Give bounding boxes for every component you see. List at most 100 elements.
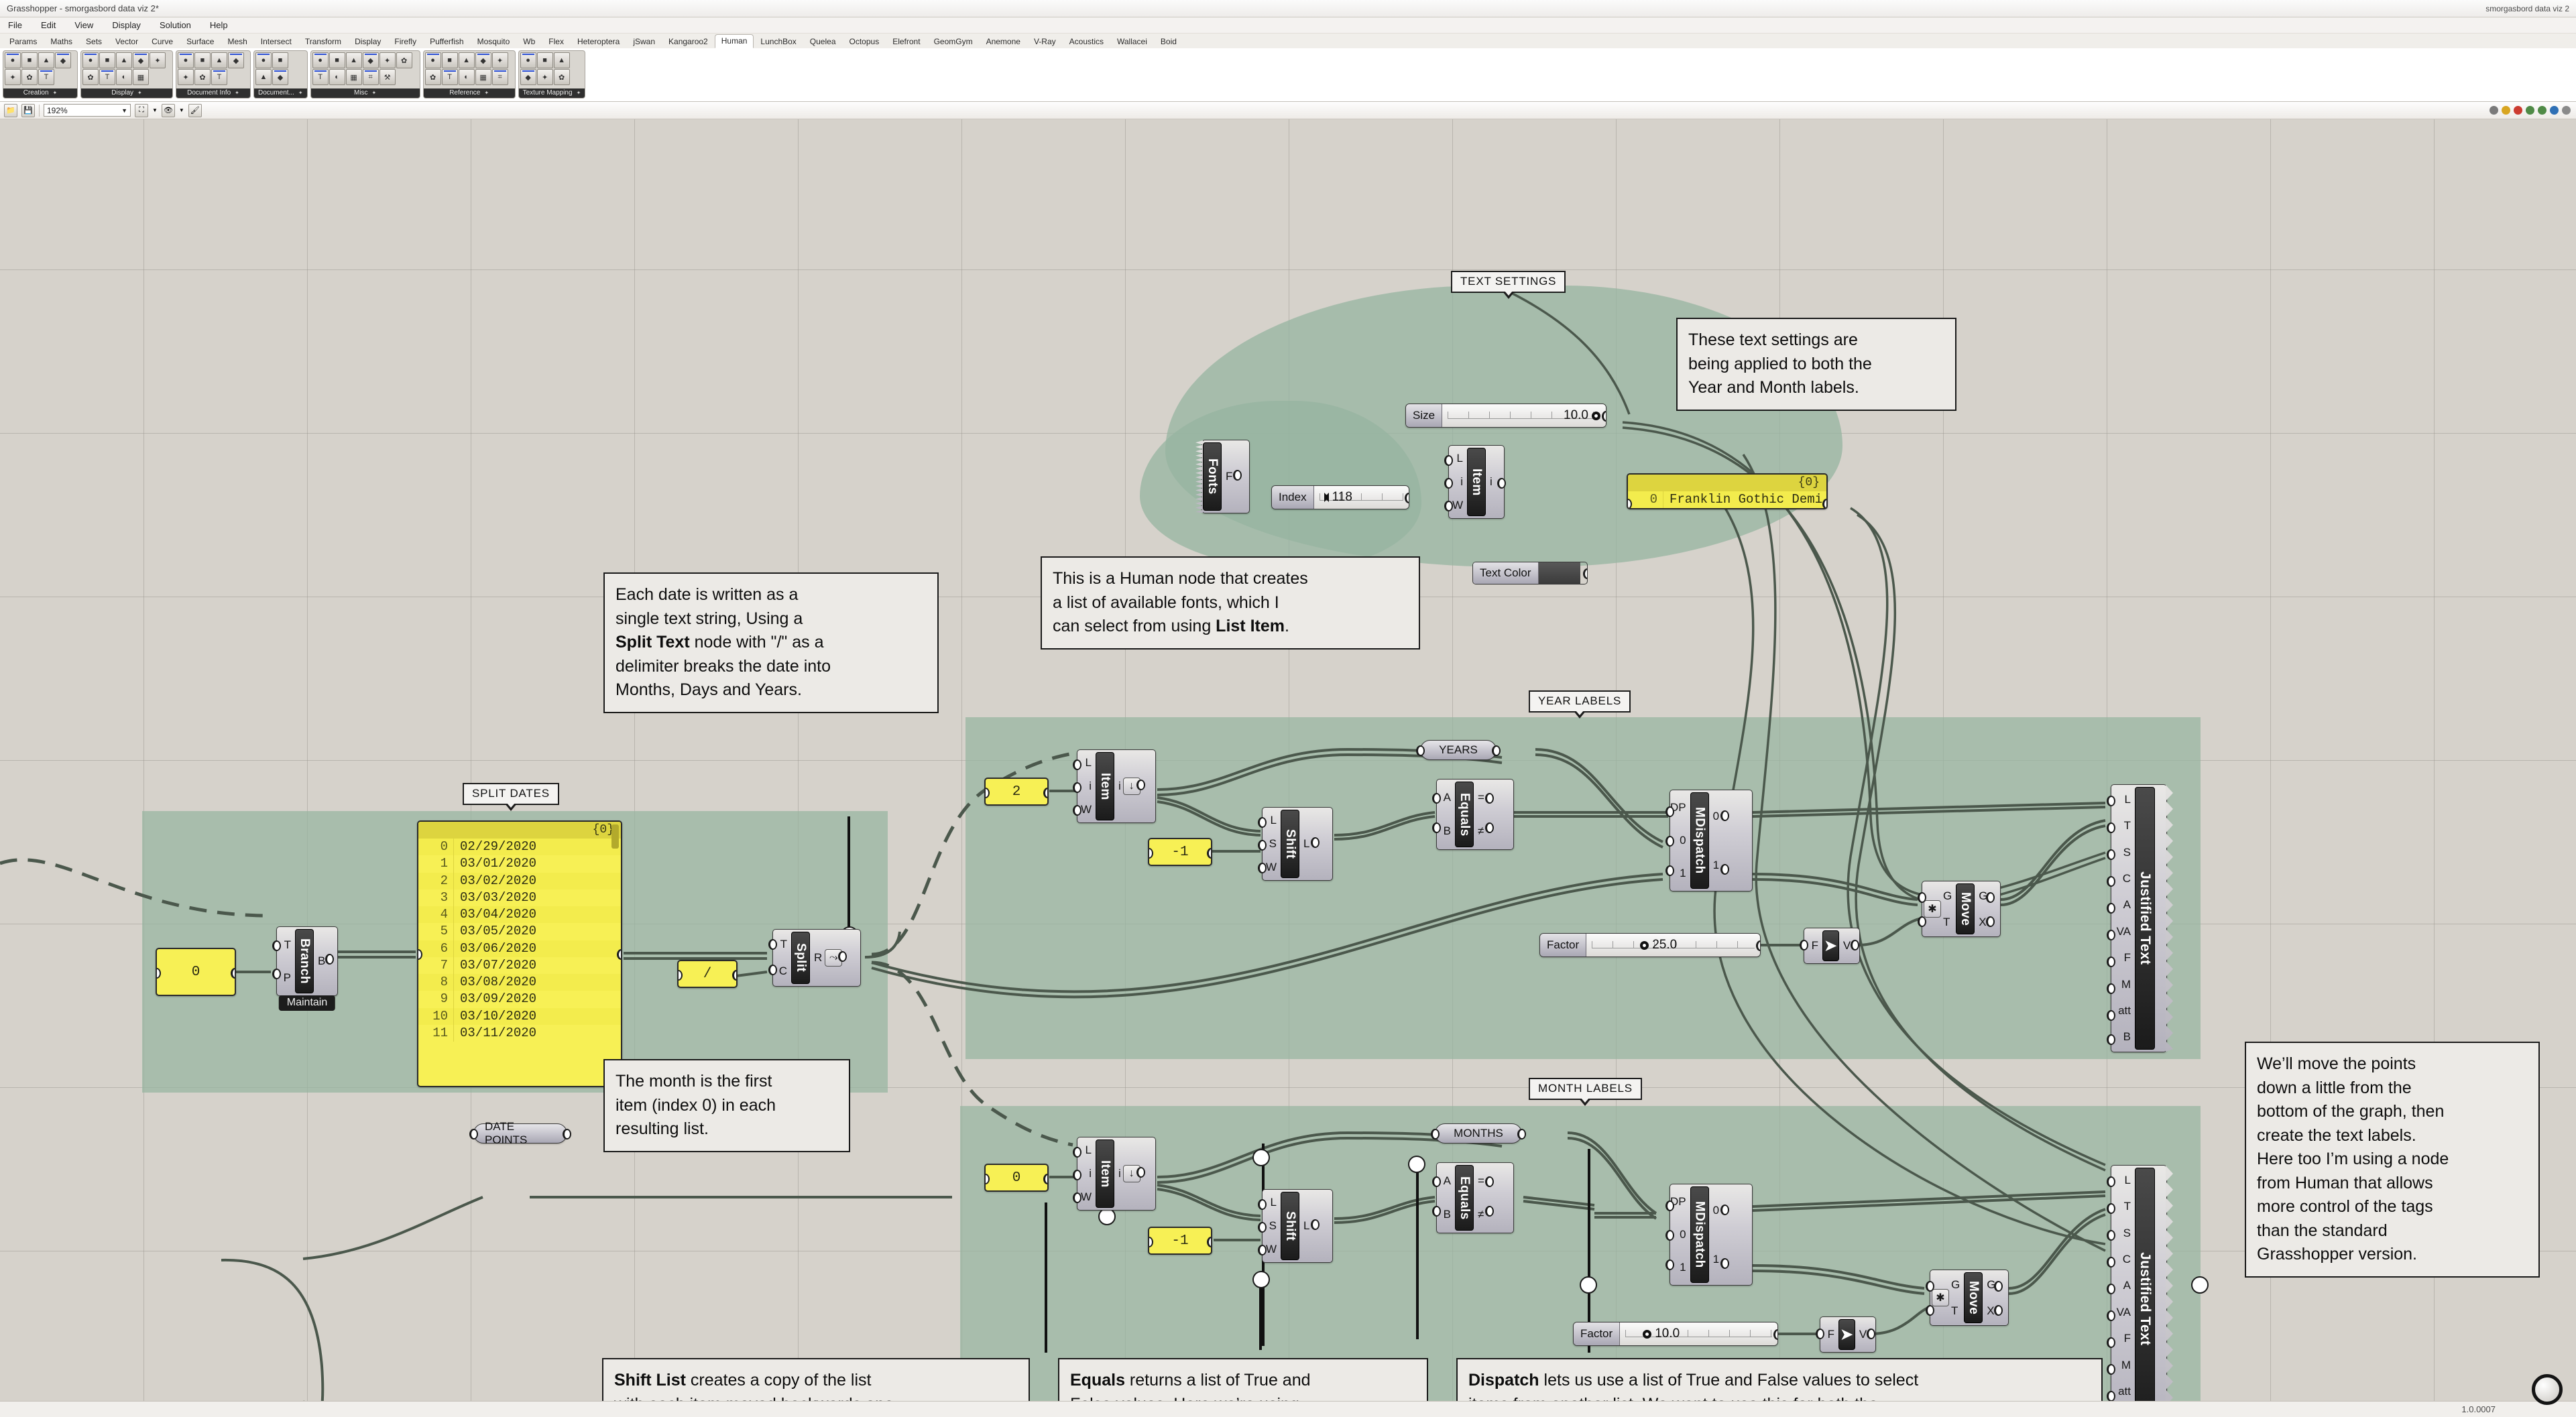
equals-year-component[interactable]: A B Equals = ≠ bbox=[1436, 779, 1514, 850]
jtext-month-nub-T[interactable] bbox=[2107, 1203, 2115, 1214]
shift-year-output-L[interactable]: L bbox=[1303, 838, 1309, 850]
curve-ref-icon[interactable]: ● bbox=[425, 52, 441, 68]
text-arrow-icon[interactable]: ✦ bbox=[150, 52, 166, 68]
jtext-year-nub-M[interactable] bbox=[2107, 983, 2115, 994]
branch-icon[interactable]: ▲ bbox=[346, 52, 362, 68]
shift-month-nub-W[interactable] bbox=[1258, 1245, 1267, 1255]
branch-component[interactable]: T P Branch B Maintain bbox=[276, 926, 338, 996]
date-points-input-nub[interactable] bbox=[469, 1129, 478, 1139]
item-month-output-nub[interactable] bbox=[1136, 1167, 1145, 1178]
jtext-year-nub-VA[interactable] bbox=[2107, 930, 2115, 940]
equals-month-nub-notequal[interactable] bbox=[1485, 1206, 1494, 1217]
equals-month-output-equal[interactable]: = bbox=[1478, 1175, 1484, 1187]
printer-icon[interactable]: ◆ bbox=[363, 52, 379, 68]
mdispatch-year-nub-DP[interactable] bbox=[1665, 806, 1674, 817]
item-month-output-i[interactable]: i bbox=[1118, 1168, 1121, 1180]
shift-month-input-S[interactable]: S bbox=[1269, 1220, 1277, 1232]
item-month-nub-W[interactable] bbox=[1073, 1192, 1081, 1203]
save-icon[interactable]: 💾 bbox=[21, 104, 35, 117]
hatch-ref-icon[interactable]: T bbox=[442, 69, 458, 85]
tab-anemone[interactable]: Anemone bbox=[980, 35, 1027, 48]
tab-curve[interactable]: Curve bbox=[145, 35, 180, 48]
jtext-month-nub-M[interactable] bbox=[2107, 1364, 2115, 1375]
move-month-input-T[interactable]: T bbox=[1951, 1305, 1960, 1317]
preview-caret-icon[interactable]: ▼ bbox=[179, 107, 184, 113]
arrows-ref-icon[interactable]: ⌗ bbox=[492, 69, 508, 85]
mdispatch-month-output-0[interactable]: 0 bbox=[1713, 1205, 1719, 1217]
equals-year-input-A[interactable]: A bbox=[1444, 792, 1451, 804]
equals-year-nub-A[interactable] bbox=[1432, 793, 1441, 804]
dates-panel[interactable]: {0} 002/29/2020 103/01/2020 203/02/2020 … bbox=[417, 820, 622, 1087]
factor-month-slider[interactable]: Factor 10.0 bbox=[1573, 1322, 1778, 1346]
amplitude-year-input-F[interactable]: F bbox=[1812, 940, 1818, 952]
equals-month-component[interactable]: A B Equals = ≠ bbox=[1436, 1162, 1514, 1233]
jtext-year-nub-att[interactable] bbox=[2107, 1010, 2115, 1021]
jtext-year-input-S[interactable]: S bbox=[2123, 847, 2131, 859]
mdispatch-year-out-nub-1[interactable] bbox=[1720, 864, 1729, 875]
tab-wallacei[interactable]: Wallacei bbox=[1110, 35, 1154, 48]
jtext-month-input-C[interactable]: C bbox=[2123, 1253, 2131, 1266]
equals-year-nub-B[interactable] bbox=[1432, 822, 1441, 833]
index-zero-output-nub[interactable] bbox=[1043, 1174, 1049, 1184]
amplitude-year-output-V[interactable]: V bbox=[1843, 940, 1851, 952]
dates-panel-output-nub[interactable] bbox=[617, 949, 622, 960]
shift-month-input-L[interactable]: L bbox=[1271, 1196, 1277, 1209]
eraser-icon[interactable]: ▲ bbox=[255, 69, 272, 85]
item-month-input-i[interactable]: i bbox=[1089, 1168, 1092, 1180]
tab-display[interactable]: Display bbox=[348, 35, 388, 48]
jtext-year-input-T[interactable]: T bbox=[2124, 820, 2131, 832]
split-input-C[interactable]: C bbox=[779, 965, 787, 977]
move-month-input-G[interactable]: G bbox=[1951, 1279, 1960, 1291]
item-year-output-nub[interactable] bbox=[1136, 780, 1145, 790]
jtext-year-input-M[interactable]: M bbox=[2121, 979, 2131, 991]
tab-heteroptera[interactable]: Heteroptera bbox=[571, 35, 626, 48]
jtext-year-nub-C[interactable] bbox=[2107, 876, 2115, 887]
jtext-year-nub-A[interactable] bbox=[2107, 903, 2115, 914]
shift-year-output-nub[interactable] bbox=[1311, 837, 1320, 848]
tab-octopus[interactable]: Octopus bbox=[843, 35, 886, 48]
jtext-year-nub-S[interactable] bbox=[2107, 849, 2115, 860]
jtext-year-nub-F[interactable] bbox=[2107, 957, 2115, 967]
tab-vector[interactable]: Vector bbox=[109, 35, 145, 48]
delimiter-panel[interactable]: / bbox=[677, 960, 738, 988]
error-icon[interactable] bbox=[2514, 106, 2522, 115]
index-two-output-nub[interactable] bbox=[1043, 788, 1049, 798]
years-relay-input-nub[interactable] bbox=[1416, 745, 1425, 756]
mdispatch-year-nub-1[interactable] bbox=[1665, 865, 1674, 876]
tab-intersect[interactable]: Intersect bbox=[254, 35, 298, 48]
item-month-nub-L[interactable] bbox=[1073, 1147, 1081, 1158]
sphere-orange-icon[interactable]: T bbox=[99, 69, 115, 85]
jtext-month-input-S[interactable]: S bbox=[2123, 1227, 2131, 1239]
mdispatch-year-input-0[interactable]: 0 bbox=[1680, 835, 1686, 847]
shift-neg-one-month-panel[interactable]: -1 bbox=[1148, 1227, 1212, 1255]
move-year-out-nub-G[interactable] bbox=[1986, 892, 1995, 903]
months-relay-output-nub[interactable] bbox=[1517, 1129, 1526, 1139]
move-year-component[interactable]: ✱ G T Move G X bbox=[1922, 881, 2001, 937]
item-year-nub-i[interactable] bbox=[1073, 782, 1081, 793]
mdispatch-year-out-nub-0[interactable] bbox=[1720, 810, 1729, 821]
asterisk-icon[interactable]: ✱ bbox=[1924, 900, 1941, 918]
palette-icon[interactable]: ▲ bbox=[211, 52, 227, 68]
tab-lunchbox[interactable]: LunchBox bbox=[754, 35, 803, 48]
checker-quad-icon[interactable]: ✿ bbox=[554, 69, 570, 85]
page-icon[interactable]: ⌗ bbox=[363, 69, 379, 85]
z-cross-icon[interactable]: ⚒ bbox=[379, 69, 396, 85]
plant-ref-icon[interactable]: ▦ bbox=[475, 69, 491, 85]
move-year-out-nub-X[interactable] bbox=[1986, 916, 1995, 927]
index-slider[interactable]: Index 118 bbox=[1271, 485, 1409, 509]
globe-icon[interactable]: ◆ bbox=[272, 69, 288, 85]
fonts-component[interactable]: Fonts F bbox=[1202, 440, 1250, 513]
equals-month-input-B[interactable]: B bbox=[1444, 1209, 1451, 1221]
tab-acoustics[interactable]: Acoustics bbox=[1063, 35, 1110, 48]
shift-year-nub-W[interactable] bbox=[1258, 863, 1267, 873]
shift-month-nub-L[interactable] bbox=[1258, 1199, 1267, 1210]
keyboard-icon[interactable]: ✿ bbox=[194, 69, 211, 85]
list-icon[interactable]: ■ bbox=[194, 52, 211, 68]
settings-icon[interactable] bbox=[2562, 106, 2571, 115]
date-points-relay[interactable]: DATE POINTS bbox=[473, 1123, 567, 1144]
shift-month-output-nub[interactable] bbox=[1311, 1219, 1320, 1230]
hatch-icon[interactable]: ■ bbox=[21, 52, 38, 68]
jtext-month-nub-F[interactable] bbox=[2107, 1337, 2115, 1348]
amplitude-month-input-F[interactable]: F bbox=[1828, 1329, 1834, 1341]
index-slider-knob[interactable] bbox=[1320, 493, 1329, 502]
